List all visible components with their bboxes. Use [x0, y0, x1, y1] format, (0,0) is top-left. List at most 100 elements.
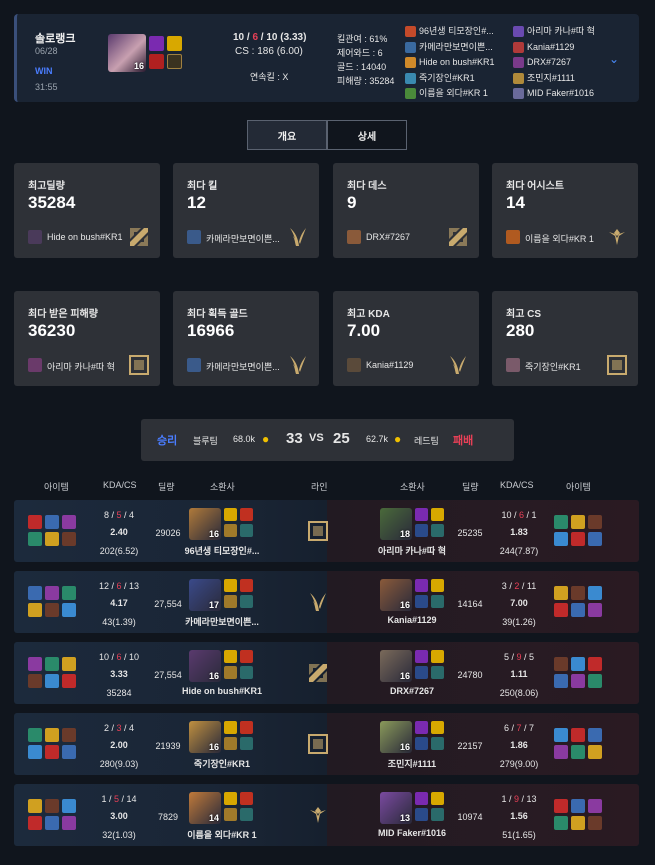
item-icon	[554, 515, 568, 529]
spell-icon	[224, 579, 237, 592]
item-icon	[28, 657, 42, 671]
champion-level: 16	[208, 529, 219, 539]
chevron-down-icon[interactable]: ⌄	[609, 52, 619, 66]
champion-portrait[interactable]: 16	[189, 508, 221, 540]
kda-ratio: 1.86	[510, 740, 528, 750]
player-cs: 35284	[106, 688, 132, 698]
player-name[interactable]: 이름을 외다#KR 1	[172, 828, 272, 841]
item-icon	[588, 515, 602, 529]
card-value: 7.00	[347, 321, 381, 340]
rune-icon	[431, 524, 444, 537]
item-icon	[571, 586, 585, 600]
team-list-player[interactable]: 96년생 티모장인#...	[405, 24, 495, 40]
spell-icon	[431, 579, 444, 592]
item-icon	[571, 799, 585, 813]
highlight-card: 최고딜량 35284 Hide on bush#KR1	[14, 163, 160, 258]
champion-portrait[interactable]: 16	[380, 650, 412, 682]
item-icon	[554, 728, 568, 742]
table-row[interactable]: 1 / 5 / 14 3.00 32(1.03) 7829 14 이름을 외다#KR 1 1…	[14, 784, 639, 846]
item-icon	[554, 657, 568, 671]
card-player-name: 카메라만보면이쁜...	[206, 362, 280, 372]
rune-icon	[415, 595, 428, 608]
team-list-player[interactable]: 카메라만보면이쁜...	[405, 40, 495, 56]
team-list-player[interactable]: DRX#7267	[513, 55, 595, 71]
player-kda: 1 / 5 / 14	[101, 794, 137, 804]
player-name[interactable]: DRX#7267	[362, 686, 462, 696]
item-icon	[28, 515, 42, 529]
team-list-player[interactable]: Hide on bush#KR1	[405, 55, 495, 71]
player-damage: 27,554	[154, 670, 182, 680]
player-name[interactable]: Kania#1129	[362, 615, 462, 625]
match-date: 06/28	[35, 46, 58, 56]
champion-portrait[interactable]: 18	[380, 508, 412, 540]
card-player-name: Hide on bush#KR1	[47, 232, 123, 242]
lane-icon	[307, 804, 329, 826]
player-name[interactable]: Hide on bush#KR1	[172, 686, 272, 696]
player-kda: 10 / 6 / 1	[501, 510, 537, 520]
table-row[interactable]: 12 / 6 / 13 4.17 43(1.39) 27,554 17 카메라만보면이쁜.…	[14, 571, 639, 633]
table-row[interactable]: 2 / 3 / 4 2.00 280(9.03) 21939 16 죽기장인#KR1 16 조…	[14, 713, 639, 775]
player-name[interactable]: 카메라만보면이쁜...	[172, 615, 272, 628]
player-name[interactable]: 96년생 티모장인#...	[172, 544, 272, 557]
card-value: 14	[506, 193, 525, 212]
team-list-right: 아리마 카나#따 혁 Kania#1129 DRX#7267 조민지#1111 MID …	[513, 24, 595, 102]
kda-ratio: 1.56	[510, 811, 528, 821]
champion-level: 17	[208, 600, 219, 610]
lane-icon	[606, 226, 626, 246]
player-name[interactable]: 아리마 카나#따 혁	[362, 544, 462, 557]
player-name[interactable]: MID Faker#1016	[362, 828, 462, 838]
player-cs: 51(1.65)	[502, 830, 536, 840]
match-result: WIN	[35, 66, 53, 76]
spell-icon	[224, 508, 237, 521]
spell-icon	[415, 508, 428, 521]
match-summary[interactable]: 솔로랭크 06/28 WIN 31:55 16 10 / 6 / 10 (3.3…	[14, 14, 639, 102]
rune-icon	[149, 54, 164, 69]
champion-mini-icon	[513, 41, 524, 53]
champion-mini-icon	[513, 72, 524, 84]
champion-level: 14	[208, 813, 219, 823]
player-name[interactable]: 조민지#1111	[362, 757, 462, 770]
champion-portrait[interactable]: 16	[189, 721, 221, 753]
card-value: 36230	[28, 321, 76, 340]
table-row[interactable]: 8 / 5 / 4 2.40 202(6.52) 29026 16 96년생 티모장인#.…	[14, 500, 639, 562]
player-kda: 2 / 3 / 4	[103, 723, 135, 733]
player-cs: 280(9.03)	[99, 759, 139, 769]
item-icon	[28, 674, 42, 688]
item-icon	[45, 728, 59, 742]
champion-portrait[interactable]: 13	[380, 792, 412, 824]
player-name[interactable]: 죽기장인#KR1	[172, 757, 272, 770]
spell-icon	[149, 36, 164, 51]
item-icon	[588, 603, 602, 617]
tab-overview[interactable]: 개요	[247, 120, 327, 150]
team-list-player[interactable]: Kania#1129	[513, 40, 595, 56]
card-title: 최고 CS	[506, 309, 542, 320]
highlight-card: 최다 데스 9 DRX#7267	[333, 163, 479, 258]
item-icon	[28, 728, 42, 742]
team-list-player[interactable]: 죽기장인#KR1	[405, 71, 495, 87]
spell-icon	[240, 650, 253, 663]
rune-icon	[240, 595, 253, 608]
team-list-player[interactable]: MID Faker#1016	[513, 86, 595, 102]
team-list-player[interactable]: 이름을 외다#KR 1	[405, 86, 495, 102]
team-list-player[interactable]: 조민지#1111	[513, 71, 595, 87]
card-value: 12	[187, 193, 206, 212]
rune-icon	[224, 808, 237, 821]
rune-icon	[240, 524, 253, 537]
champion-portrait[interactable]: 16	[380, 579, 412, 611]
team-list-player[interactable]: 아리마 카나#따 혁	[513, 24, 595, 40]
card-title: 최다 데스	[347, 181, 387, 192]
player-kda: 12 / 6 / 13	[98, 581, 140, 591]
highlight-card: 최다 받은 피해량 36230 아리마 카나#따 혁	[14, 291, 160, 386]
champion-portrait[interactable]: 17	[189, 579, 221, 611]
champion-portrait[interactable]: 16	[189, 650, 221, 682]
item-icon	[588, 799, 602, 813]
spell-icon	[240, 579, 253, 592]
champion-portrait[interactable]: 14	[189, 792, 221, 824]
rune-icon	[240, 737, 253, 750]
rune-icon	[240, 666, 253, 679]
tab-detail[interactable]: 상세	[327, 120, 407, 150]
champion-portrait[interactable]: 16	[380, 721, 412, 753]
table-row[interactable]: 10 / 6 / 10 3.33 35284 27,554 16 Hide on bush…	[14, 642, 639, 704]
item-icon	[571, 515, 585, 529]
player-name: 아리마 카나#따 혁	[527, 26, 595, 36]
